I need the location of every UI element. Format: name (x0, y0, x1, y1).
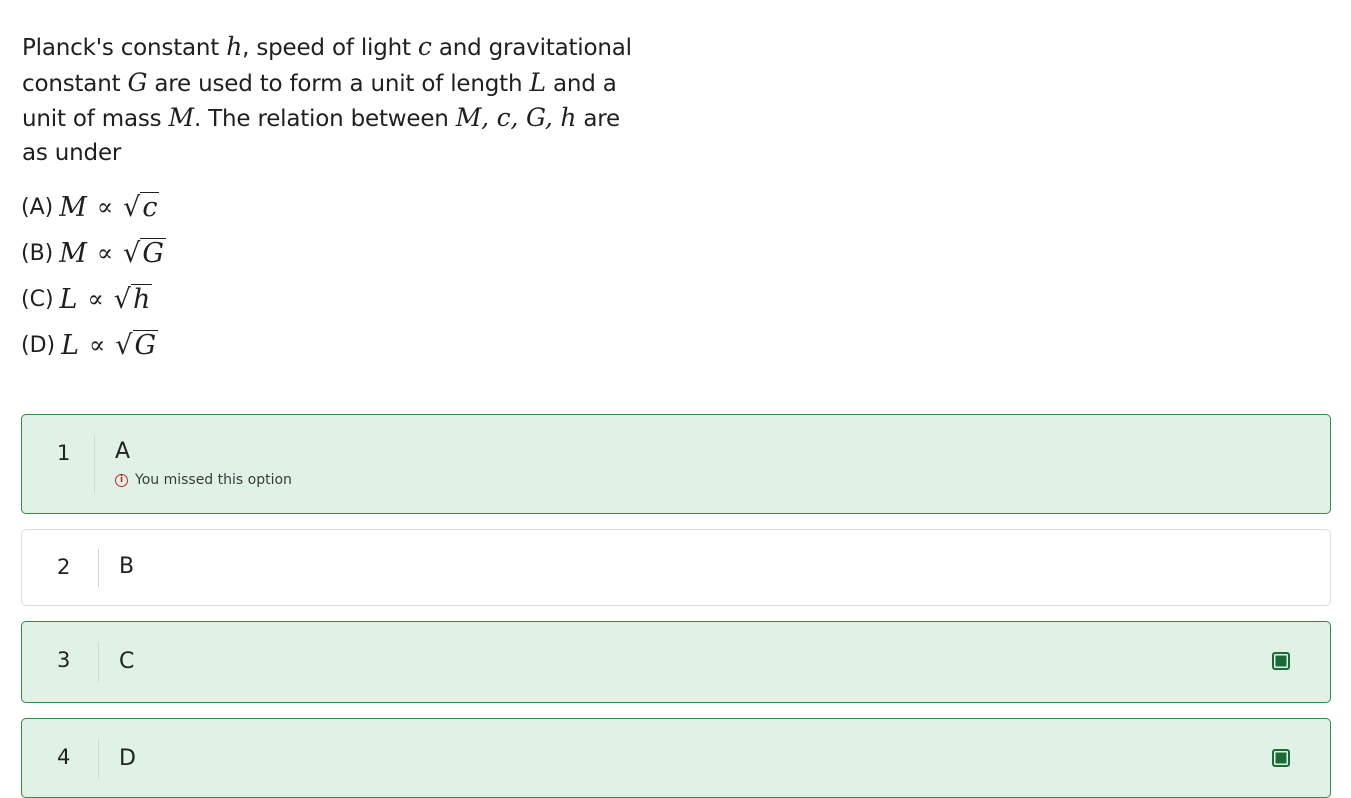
choice-formula: M ∝ √ c (59, 191, 160, 223)
proportional-symbol: ∝ (89, 331, 106, 359)
option-letter: C (119, 649, 135, 674)
option-number: 4 (57, 745, 71, 769)
radicand: c (140, 191, 160, 223)
option-4[interactable]: 4 D (21, 718, 1331, 798)
proportional-symbol: ∝ (96, 239, 114, 267)
radical-sign: √ (123, 237, 141, 269)
option-divider (98, 739, 99, 779)
option-1[interactable]: 1 A i You missed this option (21, 414, 1331, 514)
answer-choices-list: (A) M ∝ √ c (B) M ∝ √ G (C) L ∝ √ h (D) L ∝… (21, 184, 166, 368)
option-divider (94, 436, 95, 493)
choice-d: (D) L ∝ √ G (21, 322, 166, 368)
proportional-symbol: ∝ (96, 193, 114, 221)
choice-b: (B) M ∝ √ G (21, 230, 166, 276)
choice-formula: L ∝ √ G (61, 329, 159, 361)
choice-formula: L ∝ √ h (59, 283, 153, 315)
question-fragment: . The relation between (193, 106, 456, 132)
formula-lhs: L (59, 283, 78, 315)
radical-sign: √ (115, 329, 133, 361)
math-symbol: L (529, 67, 546, 97)
choice-a: (A) M ∝ √ c (21, 184, 166, 230)
radical-sign: √ (123, 191, 141, 223)
formula-lhs: L (61, 329, 80, 361)
checkbox-checked-icon[interactable] (1272, 749, 1290, 767)
square-root: √ h (113, 283, 153, 315)
radicand: h (130, 283, 153, 315)
question-fragment: Planck's constant (22, 35, 227, 61)
choice-label: (A) (21, 194, 54, 220)
choice-formula: M ∝ √ G (59, 237, 166, 269)
math-symbol: c (417, 32, 432, 61)
option-divider (98, 549, 99, 587)
math-symbol: h (226, 32, 243, 61)
question-fragment: are used to form a unit of length (147, 70, 530, 97)
math-symbol: M (168, 103, 195, 132)
option-letter: B (119, 554, 135, 579)
option-divider (98, 642, 99, 682)
note-text: You missed this option (135, 472, 292, 488)
math-symbol-list: M, c, G, h (455, 103, 577, 132)
question-fragment: , speed of light (242, 35, 418, 61)
choice-label: (B) (21, 240, 54, 266)
radicand: G (140, 237, 166, 269)
question-text: Planck's constant h, speed of light c an… (22, 30, 632, 170)
option-number: 3 (57, 648, 71, 672)
radical-sign: √ (113, 283, 131, 315)
info-icon: i (115, 473, 128, 487)
formula-lhs: M (59, 237, 87, 269)
choice-c: (C) L ∝ √ h (21, 276, 166, 322)
square-root: √ c (123, 191, 160, 223)
option-letter: A (115, 439, 131, 464)
checkbox-checked-icon[interactable] (1272, 652, 1290, 670)
square-root: √ G (115, 329, 159, 361)
option-3[interactable]: 3 C (21, 621, 1331, 703)
math-symbol: G (127, 67, 148, 97)
choice-label: (D) (21, 332, 56, 358)
radicand: G (132, 329, 159, 361)
option-number: 2 (57, 555, 71, 579)
formula-lhs: M (59, 191, 87, 223)
option-2[interactable]: 2 B (21, 529, 1331, 606)
missed-option-note: i You missed this option (115, 472, 292, 488)
square-root: √ G (123, 237, 166, 269)
choice-label: (C) (21, 286, 54, 312)
proportional-symbol: ∝ (87, 285, 104, 313)
option-letter: D (119, 746, 136, 771)
option-number: 1 (57, 441, 71, 465)
